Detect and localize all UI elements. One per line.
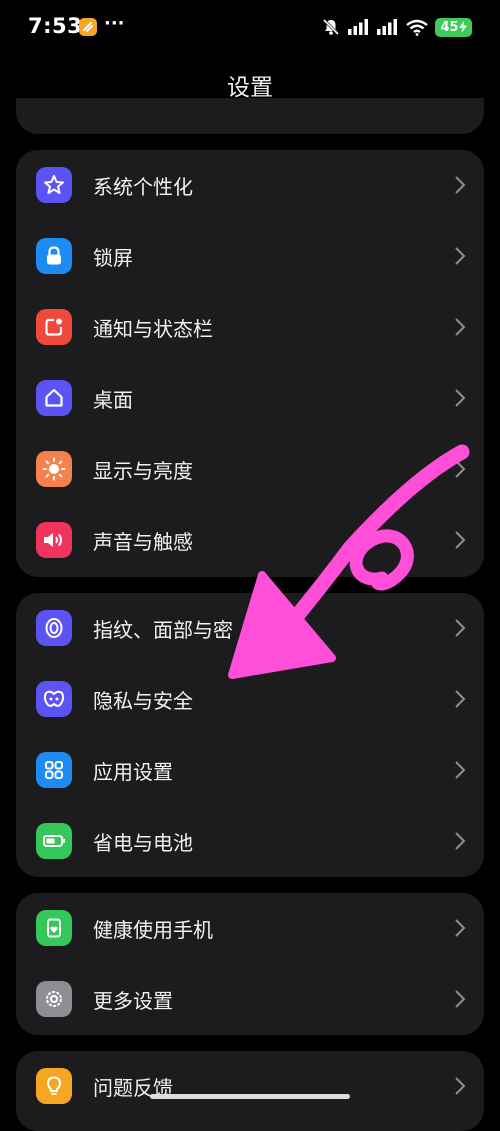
settings-card-personalization: 系统个性化 锁屏 通知与状态栏 桌面 显示与亮度 声音与触感 [16, 150, 484, 577]
settings-item-label: 健康使用手机 [93, 918, 213, 942]
settings-card-security: 指纹、面部与密 隐私与安全 应用设置 省电与电池 [16, 593, 484, 877]
gear-icon [36, 981, 72, 1017]
battery-icon [36, 823, 72, 859]
notification-icon [36, 309, 72, 345]
apps-icon [36, 752, 72, 788]
settings-item-lockscreen[interactable]: 锁屏 [16, 221, 484, 292]
wifi-icon [406, 19, 428, 36]
settings-item-label: 隐私与安全 [93, 689, 193, 713]
settings-item-personalization[interactable]: 系统个性化 [16, 150, 484, 221]
settings-item-display[interactable]: 显示与亮度 [16, 434, 484, 505]
chevron-right-icon [455, 318, 466, 336]
mute-icon [322, 18, 340, 36]
clock: 7:53 [28, 14, 83, 38]
settings-card-health: 健康使用手机 更多设置 [16, 893, 484, 1035]
chevron-right-icon [455, 761, 466, 779]
battery-level: 45 [440, 19, 459, 35]
chevron-right-icon [455, 176, 466, 194]
chevron-right-icon [455, 1077, 466, 1095]
app-notification-icon [79, 18, 97, 36]
settings-item-privacy[interactable]: 隐私与安全 [16, 664, 484, 735]
star-icon [36, 167, 72, 203]
lock-icon [36, 238, 72, 274]
chevron-right-icon [455, 832, 466, 850]
settings-item-battery[interactable]: 省电与电池 [16, 806, 484, 877]
chevron-right-icon [455, 919, 466, 937]
home-icon [36, 380, 72, 416]
fingerprint-icon [36, 610, 72, 646]
settings-item-label: 显示与亮度 [93, 459, 193, 483]
settings-item-label: 声音与触感 [93, 530, 193, 554]
sun-icon [36, 451, 72, 487]
signal-icon [348, 19, 368, 35]
speaker-icon [36, 522, 72, 558]
settings-item-sound[interactable]: 声音与触感 [16, 505, 484, 576]
settings-item-label: 通知与状态栏 [93, 317, 213, 341]
home-indicator[interactable] [150, 1094, 350, 1099]
settings-item-more-settings[interactable]: 更多设置 [16, 964, 484, 1035]
settings-item-label: 锁屏 [93, 246, 133, 270]
battery-indicator: 45 [435, 17, 472, 37]
settings-card-partial [16, 98, 484, 134]
page-title: 设置 [227, 75, 273, 101]
chevron-right-icon [455, 531, 466, 549]
settings-card-feedback: 问题反馈 [16, 1051, 484, 1131]
settings-item-label: 指纹、面部与密 [93, 618, 233, 642]
status-bar: 7:53 ··· 45 [0, 0, 500, 56]
settings-item-feedback[interactable]: 问题反馈 [16, 1051, 484, 1122]
chevron-right-icon [455, 460, 466, 478]
settings-item-digital-wellbeing[interactable]: 健康使用手机 [16, 893, 484, 964]
more-notifications-icon: ··· [104, 13, 125, 34]
settings-item-label: 系统个性化 [93, 175, 193, 199]
settings-item-label: 省电与电池 [93, 831, 193, 855]
privacy-icon [36, 681, 72, 717]
settings-item-apps[interactable]: 应用设置 [16, 735, 484, 806]
settings-item-desktop[interactable]: 桌面 [16, 363, 484, 434]
chevron-right-icon [455, 619, 466, 637]
signal-icon-2 [377, 19, 397, 35]
phone-heart-icon [36, 910, 72, 946]
settings-item-biometrics[interactable]: 指纹、面部与密 [16, 593, 484, 664]
chevron-right-icon [455, 690, 466, 708]
settings-item-label: 桌面 [93, 388, 133, 412]
settings-item-label: 更多设置 [93, 989, 173, 1013]
settings-item-notifications[interactable]: 通知与状态栏 [16, 292, 484, 363]
charging-icon [458, 21, 467, 33]
chevron-right-icon [455, 247, 466, 265]
chevron-right-icon [455, 990, 466, 1008]
chevron-right-icon [455, 389, 466, 407]
settings-item-label: 应用设置 [93, 760, 173, 784]
